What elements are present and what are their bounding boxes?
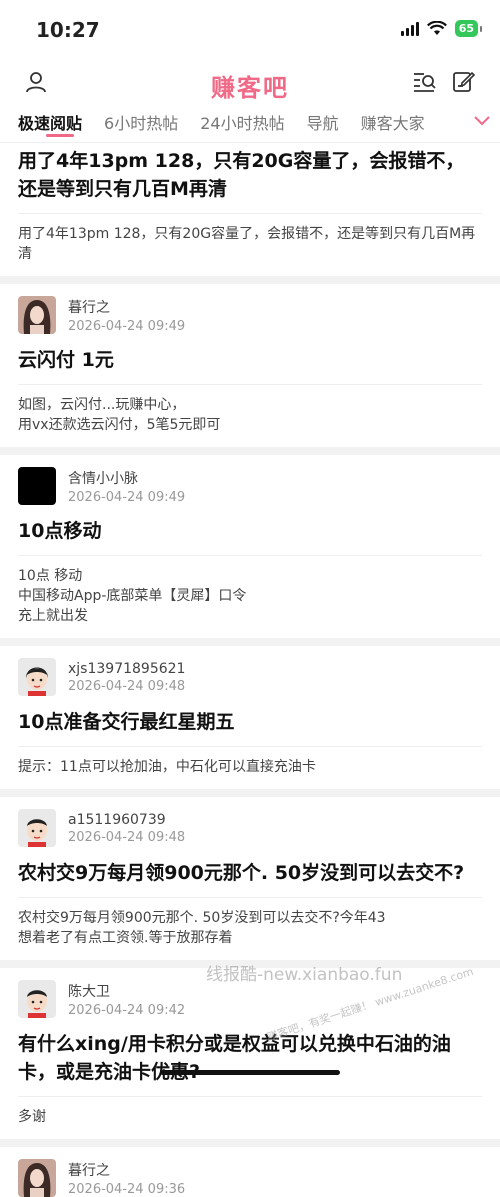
avatar[interactable]: [18, 658, 56, 696]
tab-navigation[interactable]: 导航: [307, 108, 339, 134]
post-summary: 如图，云闪付...玩赚中心， 用vx还款选云闪付，5笔5元即可: [18, 397, 221, 433]
post-meta: a1511960739 2026-04-24 09:48: [18, 797, 482, 847]
tabs-expand-button[interactable]: [466, 110, 492, 134]
nav-bar: 赚客吧: [0, 60, 500, 108]
post-date: 2026-04-24 09:49: [68, 318, 186, 334]
tab-fast-read[interactable]: 极速阅贴: [18, 108, 82, 137]
battery-level: 65: [458, 22, 474, 35]
post-list: 用了4年13pm 128，只有20G容量了，会报错不，还是等到只有几百M再清 用…: [0, 143, 500, 1197]
post-author[interactable]: 含情小小脉: [68, 468, 185, 488]
tab-bar: 极速阅贴 6小时热帖 24小时热帖 导航 赚客大家: [0, 108, 500, 143]
post-date: 2026-04-24 09:36: [68, 1181, 186, 1197]
post-card[interactable]: 含情小小脉 2026-04-24 09:49 10点移动 10点 移动 中国移动…: [0, 455, 500, 638]
post-author[interactable]: 暮行之: [68, 1160, 185, 1180]
post-summary: 提示：11点可以抢加油，中石化可以直接充油卡: [18, 759, 316, 775]
post-meta: 含情小小脉 2026-04-24 09:49: [18, 455, 482, 505]
post-card[interactable]: xjs13971895621 2026-04-24 09:48 10点准备交行最…: [0, 646, 500, 789]
tab-zuanke-all[interactable]: 赚客大家: [361, 108, 425, 134]
post-meta: 暮行之 2026-04-24 09:36: [18, 1147, 482, 1197]
avatar[interactable]: [18, 809, 56, 847]
search-list-icon[interactable]: [412, 70, 438, 94]
nav-actions: [412, 70, 476, 94]
post-title[interactable]: 10点移动: [18, 505, 482, 556]
post-summary: 10点 移动 中国移动App-底部菜单【灵犀】口令 充上就出发: [18, 568, 247, 624]
avatar[interactable]: [18, 1159, 56, 1197]
post-title[interactable]: 10点准备交行最红星期五: [18, 696, 482, 747]
post-title[interactable]: 农村交9万每月领900元那个. 50岁没到可以去交不?: [18, 847, 482, 898]
post-date: 2026-04-24 09:48: [68, 678, 186, 694]
post-meta: 暮行之 2026-04-24 09:49: [18, 284, 482, 334]
post-card[interactable]: a1511960739 2026-04-24 09:48 农村交9万每月领900…: [0, 797, 500, 960]
post-date: 2026-04-24 09:48: [68, 829, 186, 845]
post-summary: 农村交9万每月领900元那个. 50岁没到可以去交不?今年43 想着老了有点工资…: [18, 910, 386, 946]
post-title[interactable]: 有什么xing/用卡积分或是权益可以兑换中石油的油卡，或是充油卡优惠?: [18, 1018, 482, 1097]
post-title[interactable]: 云闪付 1元: [18, 334, 482, 385]
wifi-icon: [426, 21, 447, 35]
edit-icon[interactable]: [452, 70, 476, 94]
status-bar: 10:27 65: [0, 0, 500, 60]
tab-24h-hot[interactable]: 24小时热帖: [200, 108, 284, 134]
post-card[interactable]: 暮行之 2026-04-24 09:36: [0, 1147, 500, 1197]
system-icons: 65: [400, 20, 483, 37]
signal-icon: [400, 21, 419, 36]
post-author[interactable]: xjs13971895621: [68, 661, 185, 677]
post-author[interactable]: a1511960739: [68, 812, 185, 828]
post-date: 2026-04-24 09:42: [68, 1002, 186, 1018]
avatar[interactable]: [18, 980, 56, 1018]
post-summary: 用了4年13pm 128，只有20G容量了，会报错不，还是等到只有几百M再清: [18, 226, 476, 262]
avatar[interactable]: [18, 467, 56, 505]
avatar[interactable]: [18, 296, 56, 334]
post-meta: xjs13971895621 2026-04-24 09:48: [18, 646, 482, 696]
battery-icon: 65: [454, 20, 483, 37]
post-card[interactable]: 用了4年13pm 128，只有20G容量了，会报错不，还是等到只有几百M再清 用…: [0, 143, 500, 276]
post-title[interactable]: 用了4年13pm 128，只有20G容量了，会报错不，还是等到只有几百M再清: [18, 143, 482, 214]
status-time: 10:27: [36, 18, 100, 42]
post-summary: 多谢: [18, 1109, 46, 1125]
home-indicator[interactable]: [160, 1070, 340, 1075]
chevron-down-icon: [474, 116, 490, 126]
tab-6h-hot[interactable]: 6小时热帖: [104, 108, 178, 134]
post-date: 2026-04-24 09:49: [68, 489, 186, 505]
watermark-text: 线报酷-new.xianbao.fun: [206, 965, 403, 985]
post-author[interactable]: 暮行之: [68, 297, 185, 317]
post-author[interactable]: 陈大卫: [68, 981, 185, 1001]
post-card[interactable]: 暮行之 2026-04-24 09:49 云闪付 1元 如图，云闪付...玩赚中…: [0, 284, 500, 447]
